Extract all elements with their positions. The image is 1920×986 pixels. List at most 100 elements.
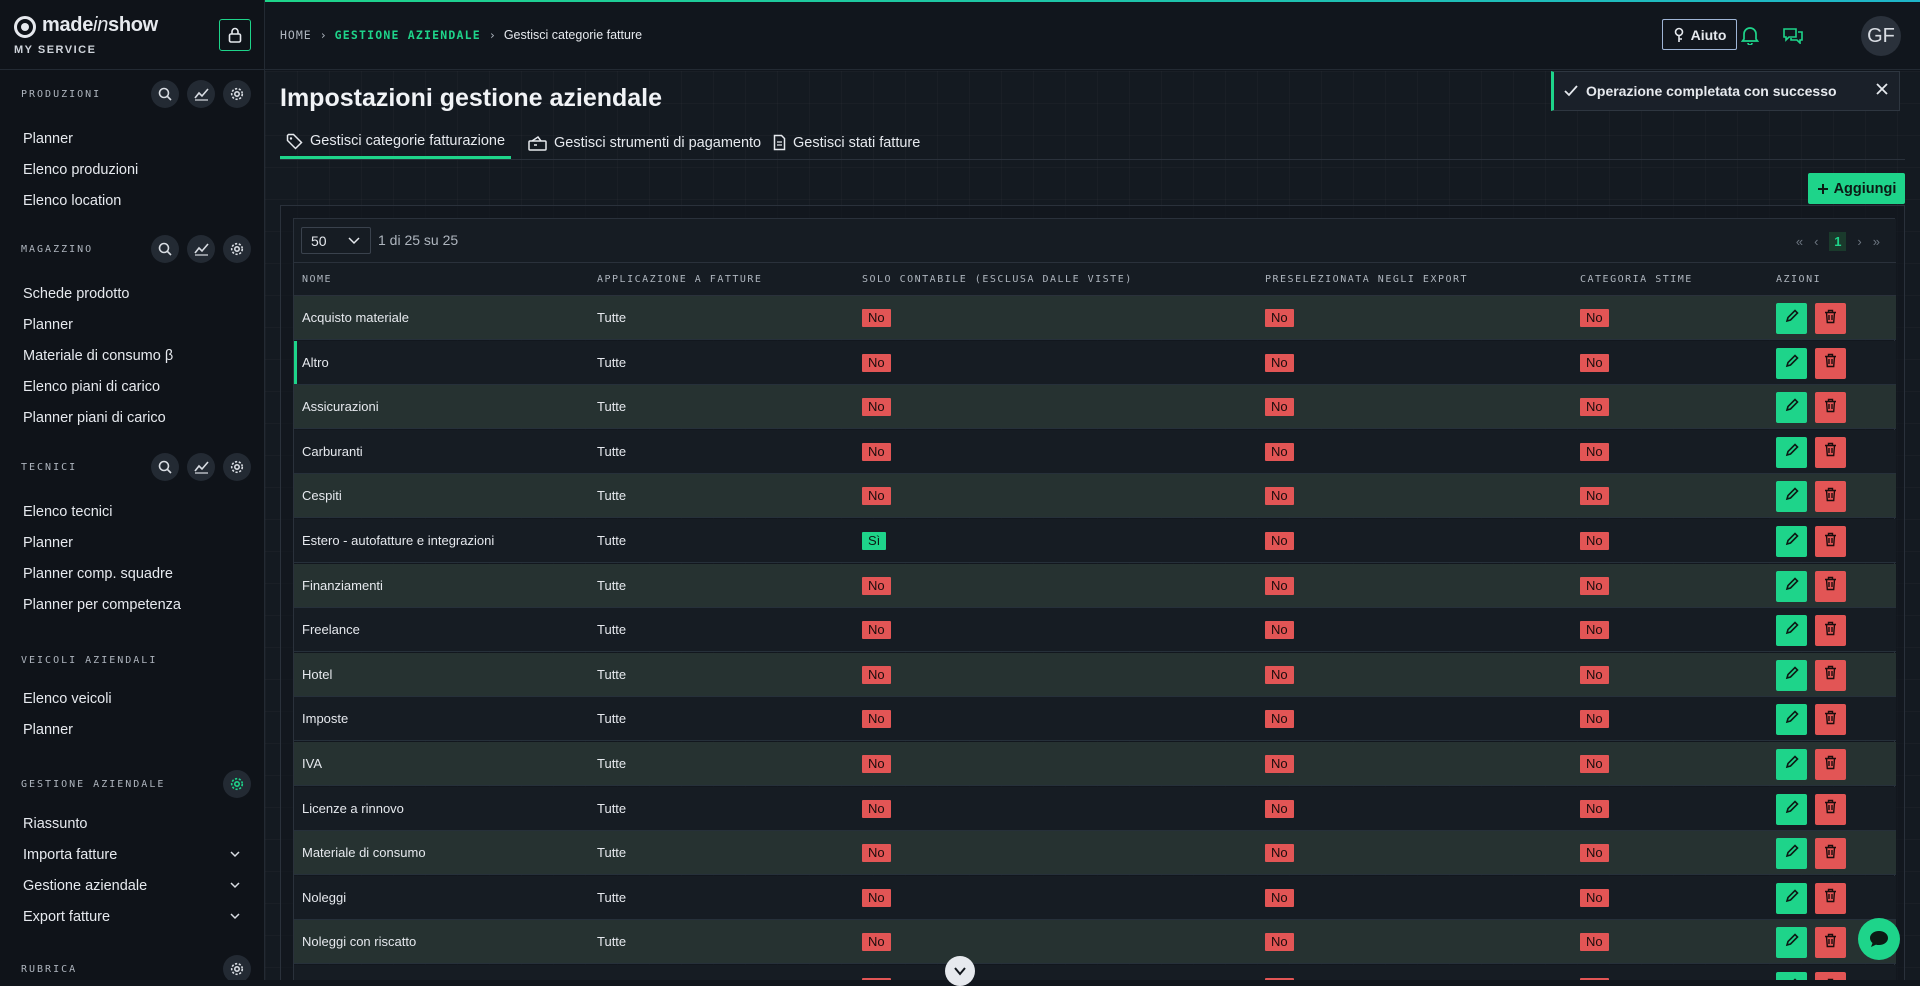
help-button[interactable]: Aiuto [1662,19,1737,50]
gear-icon[interactable] [223,80,251,108]
delete-button[interactable] [1815,927,1846,959]
support-chat-button[interactable] [1858,918,1900,960]
gear-icon[interactable] [223,770,251,798]
edit-button[interactable] [1776,347,1807,379]
gear-icon[interactable] [223,453,251,481]
sidebar-item[interactable]: Riassunto [23,811,248,837]
table-row[interactable]: Imposte Tutte No No No [294,697,1896,742]
edit-button[interactable] [1776,526,1807,557]
delete-button[interactable] [1815,972,1846,980]
sidebar-item[interactable]: Planner [23,126,248,152]
first-page-icon[interactable]: « [1796,234,1803,249]
column-header[interactable]: CATEGORIA STIME [1580,274,1693,285]
delete-button[interactable] [1815,481,1846,513]
edit-button[interactable] [1776,749,1807,780]
table-row[interactable]: Freelance Tutte No No No [294,608,1896,653]
sidebar-item[interactable]: Schede prodotto [23,281,248,307]
column-header[interactable]: APPLICAZIONE A FATTURE [597,274,762,285]
table-row[interactable]: IVA Tutte No No No [294,742,1896,786]
edit-button[interactable] [1776,570,1807,602]
table-row[interactable]: Noleggi Tutte No No No [294,875,1896,920]
lock-sidebar-button[interactable] [219,19,251,51]
sidebar-item[interactable]: Gestione aziendale [23,873,248,899]
breadcrumb-home[interactable]: HOME [280,28,312,42]
gear-icon[interactable] [223,235,251,263]
page-size-select[interactable]: 50 [301,227,371,254]
sidebar-item[interactable]: Planner [23,717,248,743]
edit-button[interactable] [1776,882,1807,914]
sidebar-item[interactable]: Elenco veicoli [23,686,248,712]
table-row[interactable]: Cespiti Tutte No No No [294,474,1896,519]
delete-button[interactable] [1815,392,1846,424]
prev-page-icon[interactable]: ‹ [1814,234,1818,249]
sidebar-item[interactable]: Elenco produzioni [23,157,248,183]
edit-button[interactable] [1776,793,1807,825]
delete-button[interactable] [1815,749,1846,780]
sidebar-item[interactable]: Planner per competenza [23,592,248,618]
sidebar-item[interactable]: Materiale di consumo β [23,343,248,369]
scroll-down-button[interactable] [945,956,975,986]
notifications-button[interactable] [1739,24,1761,46]
user-avatar[interactable]: GF [1861,16,1901,56]
search-icon[interactable] [151,80,179,108]
delete-button[interactable] [1815,659,1846,691]
edit-button[interactable] [1776,481,1807,513]
delete-button[interactable] [1815,838,1846,870]
sidebar-item[interactable]: Elenco tecnici [23,499,248,525]
last-page-icon[interactable]: » [1873,234,1880,249]
table-row[interactable]: Finanziamenti Tutte No No No [294,563,1896,608]
table-row[interactable]: Hotel Tutte No No No [294,652,1896,697]
search-icon[interactable] [151,453,179,481]
messages-button[interactable] [1782,24,1804,46]
add-button[interactable]: Aggiungi [1808,173,1905,204]
table-row[interactable]: Materiale di consumo Tutte No No No [294,831,1896,876]
table-row[interactable]: Carburanti Tutte No No No [294,429,1896,474]
delete-button[interactable] [1815,615,1846,647]
tab-categorie-fatturazione[interactable]: Gestisci categorie fatturazione [280,126,512,159]
sidebar-item[interactable]: Planner comp. squadre [23,561,248,587]
trend-chart-icon[interactable] [187,80,215,108]
sidebar-item[interactable]: Export fatture [23,904,248,930]
edit-button[interactable] [1776,392,1807,424]
brand[interactable]: madeinshow MY SERVICE [14,14,254,64]
edit-button[interactable] [1776,659,1807,691]
edit-button[interactable] [1776,838,1807,870]
edit-button[interactable] [1776,303,1807,334]
trend-chart-icon[interactable] [187,235,215,263]
edit-button[interactable] [1776,615,1807,647]
search-icon[interactable] [151,235,179,263]
table-row[interactable]: Licenze a rinnovo Tutte No No No [294,786,1896,831]
sidebar-item[interactable]: Planner piani di carico [23,405,248,431]
toast-close-button[interactable] [1875,82,1889,99]
sidebar-item[interactable]: Planner [23,530,248,556]
delete-button[interactable] [1815,303,1846,334]
breadcrumb-section[interactable]: GESTIONE AZIENDALE [335,28,481,42]
delete-button[interactable] [1815,570,1846,602]
delete-button[interactable] [1815,882,1846,914]
trend-chart-icon[interactable] [187,453,215,481]
edit-button[interactable] [1776,704,1807,736]
tab-strumenti-pagamento[interactable]: Gestisci strumenti di pagamento [522,126,767,159]
current-page-button[interactable]: 1 [1829,232,1847,251]
delete-button[interactable] [1815,347,1846,379]
column-header[interactable]: PRESELEZIONATA NEGLI EXPORT [1265,274,1468,285]
edit-button[interactable] [1776,927,1807,959]
column-header[interactable]: NOME [302,274,332,285]
sidebar-item[interactable]: Planner [23,312,248,338]
delete-button[interactable] [1815,526,1846,557]
edit-button[interactable] [1776,972,1807,980]
table-row[interactable]: Acquisto materiale Tutte No No No [294,296,1896,340]
next-page-icon[interactable]: › [1857,234,1861,249]
sidebar-item[interactable]: Elenco location [23,188,248,214]
table-row[interactable]: Altro Tutte No No No [294,340,1896,385]
table-row[interactable]: Assicurazioni Tutte No No No [294,385,1896,430]
table-row[interactable]: Estero - autofatture e integrazioni Tutte… [294,519,1896,563]
delete-button[interactable] [1815,704,1846,736]
gear-icon[interactable] [223,955,251,980]
tab-stati-fatture[interactable]: Gestisci stati fatture [767,126,926,159]
table-row[interactable]: NoNoNo [294,965,1896,980]
table-row[interactable]: Noleggi con riscatto Tutte No No No [294,920,1896,965]
sidebar-item[interactable]: Importa fatture [23,842,248,868]
delete-button[interactable] [1815,436,1846,468]
sidebar-item[interactable]: Elenco piani di carico [23,374,248,400]
